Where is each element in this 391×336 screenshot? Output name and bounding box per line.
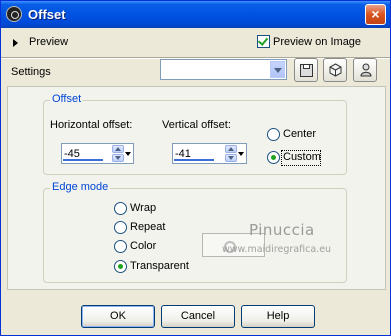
color-radio-label[interactable]: Color	[130, 240, 156, 252]
wrap-radio-label[interactable]: Wrap	[130, 202, 156, 214]
spin-buttons	[225, 145, 237, 162]
horizontal-offset-spinbox[interactable]: -45	[61, 143, 134, 164]
reset-button[interactable]	[353, 58, 377, 82]
radio-selected-dot	[271, 155, 276, 160]
title-bar[interactable]: Offset ×	[1, 1, 390, 28]
checkmark-icon	[257, 35, 269, 46]
preview-on-image-label[interactable]: Preview on Image	[273, 36, 361, 48]
dropdown-arrow-icon[interactable]	[270, 61, 285, 78]
repeat-radio-label[interactable]: Repeat	[130, 221, 165, 233]
radio-selected-dot	[118, 264, 123, 269]
spin-down-icon[interactable]	[112, 154, 124, 162]
spin-up-icon[interactable]	[112, 145, 124, 153]
window-title: Offset	[28, 7, 66, 22]
spin-up-icon[interactable]	[225, 145, 237, 153]
center-radio[interactable]	[267, 128, 280, 141]
settings-preset-dropdown[interactable]	[160, 59, 287, 80]
settings-label: Settings	[11, 66, 51, 78]
watermark-url: www.maidiregrafica.eu	[222, 244, 332, 255]
wrap-radio[interactable]	[114, 202, 127, 215]
close-icon[interactable]: ×	[365, 4, 386, 25]
app-icon	[6, 6, 22, 22]
preview-on-image-checkbox[interactable]	[257, 35, 270, 48]
repeat-radio[interactable]	[114, 221, 127, 234]
custom-radio[interactable]	[267, 151, 280, 164]
spin-menu-arrow-icon[interactable]	[125, 145, 132, 162]
offset-dialog: Offset × Preview Preview on Image Settin…	[0, 0, 391, 336]
save-preset-button[interactable]	[294, 58, 318, 82]
vertical-offset-spinbox[interactable]: -41	[172, 143, 247, 164]
save-preset-icon	[300, 64, 313, 77]
custom-radio-label[interactable]: Custom	[283, 151, 321, 163]
cancel-button[interactable]: Cancel	[161, 305, 235, 328]
edge-mode-group-title: Edge mode	[50, 181, 111, 193]
color-radio[interactable]	[114, 240, 127, 253]
help-button[interactable]: Help	[241, 305, 315, 328]
input-underline	[63, 159, 103, 161]
reset-icon	[360, 63, 372, 77]
cube-button[interactable]	[323, 58, 347, 82]
transparent-radio[interactable]	[114, 260, 127, 273]
cube-icon	[329, 63, 342, 77]
vertical-offset-label: Vertical offset:	[162, 119, 231, 131]
expand-triangle-icon[interactable]	[13, 39, 18, 47]
spin-menu-arrow-icon[interactable]	[238, 145, 245, 162]
watermark-name: Pinuccia	[249, 221, 315, 239]
center-radio-label[interactable]: Center	[283, 128, 316, 140]
transparent-radio-label[interactable]: Transparent	[130, 260, 189, 272]
spin-buttons	[112, 145, 124, 162]
ok-button[interactable]: OK	[81, 305, 155, 328]
horizontal-offset-label: Horizontal offset:	[50, 119, 133, 131]
preview-toggle-label[interactable]: Preview	[29, 36, 68, 48]
input-underline	[174, 159, 214, 161]
spin-down-icon[interactable]	[225, 154, 237, 162]
offset-group-title: Offset	[50, 93, 84, 105]
